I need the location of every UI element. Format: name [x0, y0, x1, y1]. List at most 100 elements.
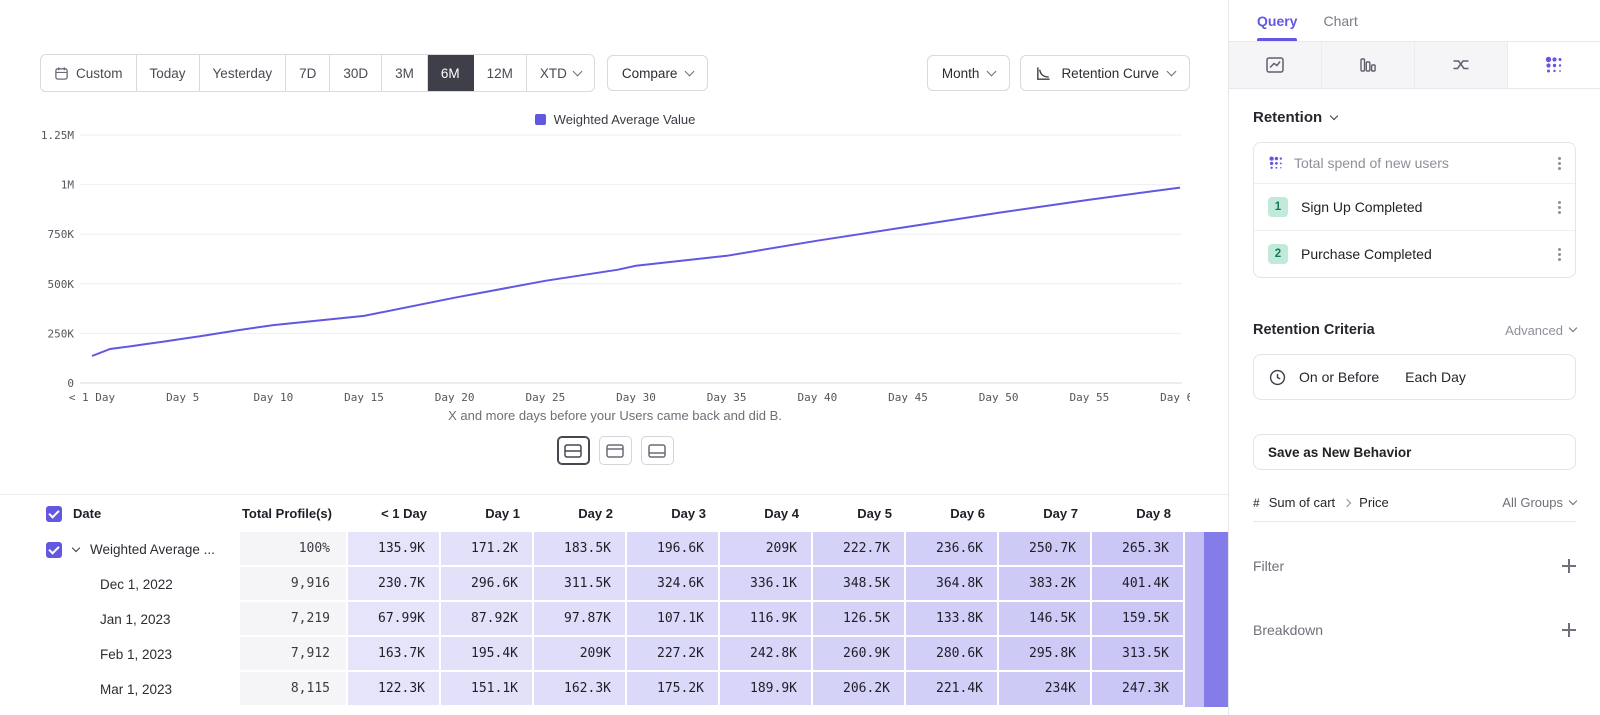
retention-value-cell[interactable]: 401.4K	[1092, 567, 1185, 602]
viz-tab-insights[interactable]	[1229, 42, 1322, 88]
retention-value-cell[interactable]: 133.8K	[906, 602, 999, 637]
retention-value-cell[interactable]: 242.8K	[720, 637, 813, 672]
retention-value-cell[interactable]: 250.7K	[999, 532, 1092, 567]
breakdown-label: Breakdown	[1253, 622, 1323, 638]
retention-value-cell[interactable]: 107.1K	[627, 602, 720, 637]
total-profiles-cell[interactable]: 7,912	[240, 637, 348, 672]
retention-value-cell[interactable]: 336.1K	[720, 567, 813, 602]
expand-chevron-icon[interactable]	[72, 543, 80, 551]
x-axis-tick-label: Day 60	[1160, 391, 1190, 404]
retention-value-cell[interactable]: 206.2K	[813, 672, 906, 707]
range-today[interactable]: Today	[137, 55, 200, 91]
table-row: Weighted Average ...100%135.9K171.2K183.…	[0, 532, 1228, 567]
tab-query[interactable]: Query	[1257, 0, 1297, 41]
range-6m[interactable]: 6M	[428, 55, 474, 91]
retention-value-cell[interactable]: 209K	[534, 637, 627, 672]
retention-value-cell[interactable]: 236.6K	[906, 532, 999, 567]
range-xtd[interactable]: XTD	[527, 55, 594, 91]
range-3m[interactable]: 3M	[382, 55, 428, 91]
metric-row[interactable]: # Sum of cart Price All Groups	[1253, 484, 1576, 522]
retention-value-cell[interactable]: 151.1K	[441, 672, 534, 707]
total-profiles-cell[interactable]: 9,916	[240, 567, 348, 602]
retention-value-cell[interactable]: 222.7K	[813, 532, 906, 567]
retention-value-cell[interactable]: 234K	[999, 672, 1092, 707]
retention-value-cell[interactable]: 265.3K	[1092, 532, 1185, 567]
range-custom[interactable]: Custom	[41, 55, 137, 91]
retention-value-cell[interactable]: 260.9K	[813, 637, 906, 672]
viz-tab-funnels[interactable]	[1322, 42, 1415, 88]
range-yesterday[interactable]: Yesterday	[200, 55, 287, 91]
retention-value-cell[interactable]: 122.3K	[348, 672, 441, 707]
retention-value-cell[interactable]: 209K	[720, 532, 813, 567]
retention-value-cell[interactable]: 196.6K	[627, 532, 720, 567]
criteria-window[interactable]: Each Day	[1405, 369, 1466, 385]
retention-value-cell[interactable]: 135.9K	[348, 532, 441, 567]
retention-value-cell[interactable]: 116.9K	[720, 602, 813, 637]
kebab-menu-icon[interactable]	[1558, 162, 1561, 165]
retention-value-cell[interactable]: 189.9K	[720, 672, 813, 707]
retention-value-cell[interactable]: 296.6K	[441, 567, 534, 602]
partial-cell	[1185, 532, 1204, 567]
retention-value-cell[interactable]: 97.87K	[534, 602, 627, 637]
kebab-menu-icon[interactable]	[1558, 253, 1561, 256]
behavior-step[interactable]: 1 Sign Up Completed	[1254, 183, 1575, 230]
partial-cell	[1185, 567, 1204, 602]
retention-value-cell[interactable]: 247.3K	[1092, 672, 1185, 707]
retention-value-cell[interactable]: 221.4K	[906, 672, 999, 707]
retention-value-cell[interactable]: 171.2K	[441, 532, 534, 567]
retention-value-cell[interactable]: 126.5K	[813, 602, 906, 637]
save-as-new-behavior-button[interactable]: Save as New Behavior	[1253, 434, 1576, 470]
select-all-checkbox[interactable]	[46, 506, 62, 522]
total-profiles-cell[interactable]: 7,219	[240, 602, 348, 637]
advanced-dropdown[interactable]: Advanced	[1505, 323, 1576, 338]
retention-value-cell[interactable]: 295.8K	[999, 637, 1092, 672]
viz-tab-retention[interactable]	[1508, 42, 1600, 88]
retention-value-cell[interactable]: 146.5K	[999, 602, 1092, 637]
retention-value-cell[interactable]: 280.6K	[906, 637, 999, 672]
granularity-button[interactable]: Month	[927, 55, 1011, 91]
total-profiles-cell[interactable]: 100%	[240, 532, 348, 567]
tab-chart[interactable]: Chart	[1323, 0, 1357, 41]
retention-value-cell[interactable]: 162.3K	[534, 672, 627, 707]
retention-value-cell[interactable]: 311.5K	[534, 567, 627, 602]
criteria-condition[interactable]: On or Before	[1299, 369, 1379, 385]
viz-tab-flows[interactable]	[1415, 42, 1508, 88]
retention-value-cell[interactable]: 175.2K	[627, 672, 720, 707]
retention-value-cell[interactable]: 313.5K	[1092, 637, 1185, 672]
partial-cell-edge	[1204, 567, 1228, 602]
layout-toggle-chart-top[interactable]	[599, 436, 632, 465]
retention-value-cell[interactable]: 159.5K	[1092, 602, 1185, 637]
total-profiles-cell[interactable]: 8,115	[240, 672, 348, 707]
retention-value-cell[interactable]: 230.7K	[348, 567, 441, 602]
retention-value-cell[interactable]: 183.5K	[534, 532, 627, 567]
behavior-header[interactable]: Total spend of new users	[1254, 143, 1575, 183]
retention-value-cell[interactable]: 324.6K	[627, 567, 720, 602]
layout-toggle-chart-and-table[interactable]	[557, 436, 590, 465]
retention-value-cell[interactable]: 348.5K	[813, 567, 906, 602]
range-30d[interactable]: 30D	[330, 55, 382, 91]
retention-value-cell[interactable]: 87.92K	[441, 602, 534, 637]
kebab-menu-icon[interactable]	[1558, 206, 1561, 209]
retention-value-cell[interactable]: 364.8K	[906, 567, 999, 602]
partial-cell-edge	[1204, 637, 1228, 672]
add-filter-button[interactable]	[1562, 559, 1576, 573]
analysis-type-dropdown[interactable]: Retention	[1253, 109, 1576, 126]
retention-value-cell[interactable]: 227.2K	[627, 637, 720, 672]
split-bottom-icon	[648, 444, 666, 458]
row-checkbox[interactable]	[46, 542, 62, 558]
criteria-box[interactable]: On or Before Each Day	[1253, 354, 1576, 400]
partial-cell	[1185, 602, 1204, 637]
retention-value-cell[interactable]: 195.4K	[441, 637, 534, 672]
retention-value-cell[interactable]: 383.2K	[999, 567, 1092, 602]
add-breakdown-button[interactable]	[1562, 623, 1576, 637]
chevron-down-icon	[1569, 496, 1577, 504]
behavior-step[interactable]: 2 Purchase Completed	[1254, 230, 1575, 277]
retention-value-cell[interactable]: 67.99K	[348, 602, 441, 637]
compare-button[interactable]: Compare	[607, 55, 709, 91]
layout-toggle-chart-bottom[interactable]	[641, 436, 674, 465]
all-groups-dropdown[interactable]: All Groups	[1502, 495, 1576, 510]
retention-value-cell[interactable]: 163.7K	[348, 637, 441, 672]
range-7d[interactable]: 7D	[286, 55, 330, 91]
chart-style-button[interactable]: Retention Curve	[1020, 55, 1190, 91]
range-12m[interactable]: 12M	[474, 55, 527, 91]
